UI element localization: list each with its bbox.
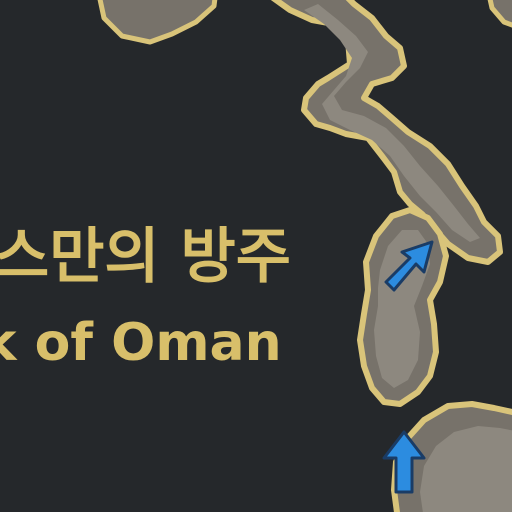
region-label-english: k of Oman <box>0 313 282 373</box>
arrow-icon[interactable] <box>382 430 426 494</box>
region-label-korean: 스만의 방주 <box>0 222 291 292</box>
map-view[interactable]: 스만의 방주 k of Oman <box>0 0 512 512</box>
arrow-icon[interactable] <box>384 240 434 292</box>
